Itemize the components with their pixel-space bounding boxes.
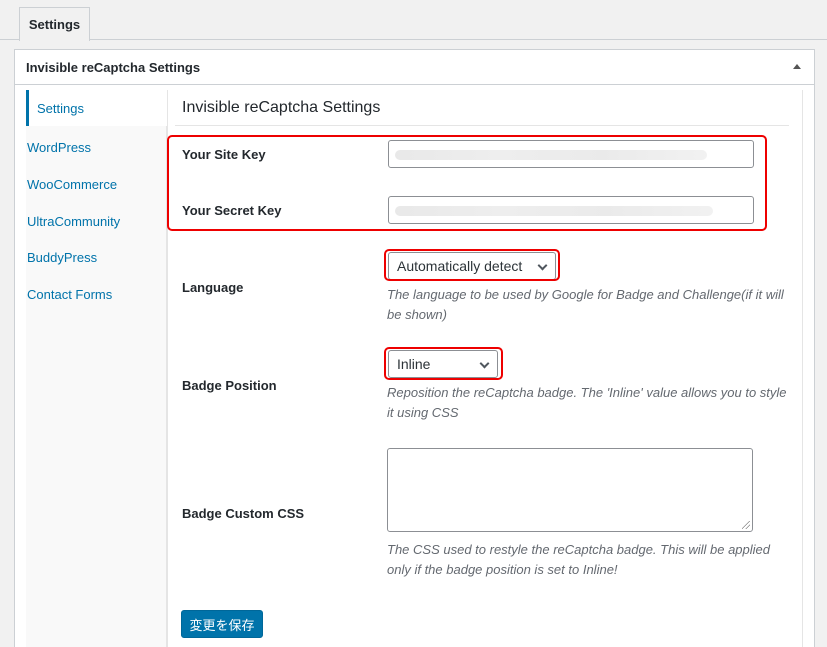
- triangle-up-icon[interactable]: [793, 64, 801, 69]
- redacted-value: [395, 150, 707, 160]
- badge-position-select[interactable]: Inline: [388, 350, 498, 378]
- language-description: The language to be used by Google for Ba…: [387, 287, 784, 322]
- badge-position-selected-value: Inline: [397, 356, 431, 372]
- sidebar-item-contact-forms[interactable]: Contact Forms: [26, 276, 167, 312]
- badge-css-label: Badge Custom CSS: [182, 506, 305, 521]
- tab-settings[interactable]: Settings: [19, 7, 90, 41]
- sidebar-item-woocommerce[interactable]: WooCommerce: [26, 166, 167, 202]
- badge-position-label: Badge Position: [182, 378, 277, 393]
- language-label: Language: [182, 280, 244, 295]
- sidebar-item-buddypress[interactable]: BuddyPress: [26, 239, 167, 275]
- chevron-down-icon: [479, 358, 490, 369]
- sidebar: Settings WordPress WooCommerce UltraComm…: [26, 90, 167, 647]
- section-divider: [175, 125, 789, 126]
- chevron-down-icon: [537, 260, 548, 271]
- resize-handle-icon[interactable]: [742, 521, 750, 529]
- panel-title: Invisible reCaptcha Settings: [26, 60, 201, 75]
- panel-header[interactable]: Invisible reCaptcha Settings: [15, 50, 814, 85]
- badge-position-description: Reposition the reCaptcha badge. The 'Inl…: [387, 385, 787, 420]
- badge-css-description: The CSS used to restyle the reCaptcha ba…: [387, 542, 770, 577]
- tab-bar: Settings: [0, 0, 827, 41]
- sidebar-item-settings[interactable]: Settings: [26, 90, 167, 126]
- save-changes-button[interactable]: 変更を保存: [181, 610, 263, 638]
- site-key-input[interactable]: [388, 140, 754, 168]
- secret-key-label: Your Secret Key: [182, 203, 282, 218]
- secret-key-input[interactable]: [388, 196, 754, 224]
- redacted-value: [395, 206, 713, 216]
- language-selected-value: Automatically detect: [397, 258, 523, 274]
- site-key-label: Your Site Key: [182, 147, 266, 162]
- badge-css-textarea[interactable]: [387, 448, 753, 532]
- section-title: Invisible reCaptcha Settings: [182, 99, 381, 116]
- language-select[interactable]: Automatically detect: [388, 252, 556, 280]
- sidebar-item-wordpress[interactable]: WordPress: [26, 129, 167, 165]
- sidebar-item-ultracommunity[interactable]: UltraCommunity: [26, 203, 167, 239]
